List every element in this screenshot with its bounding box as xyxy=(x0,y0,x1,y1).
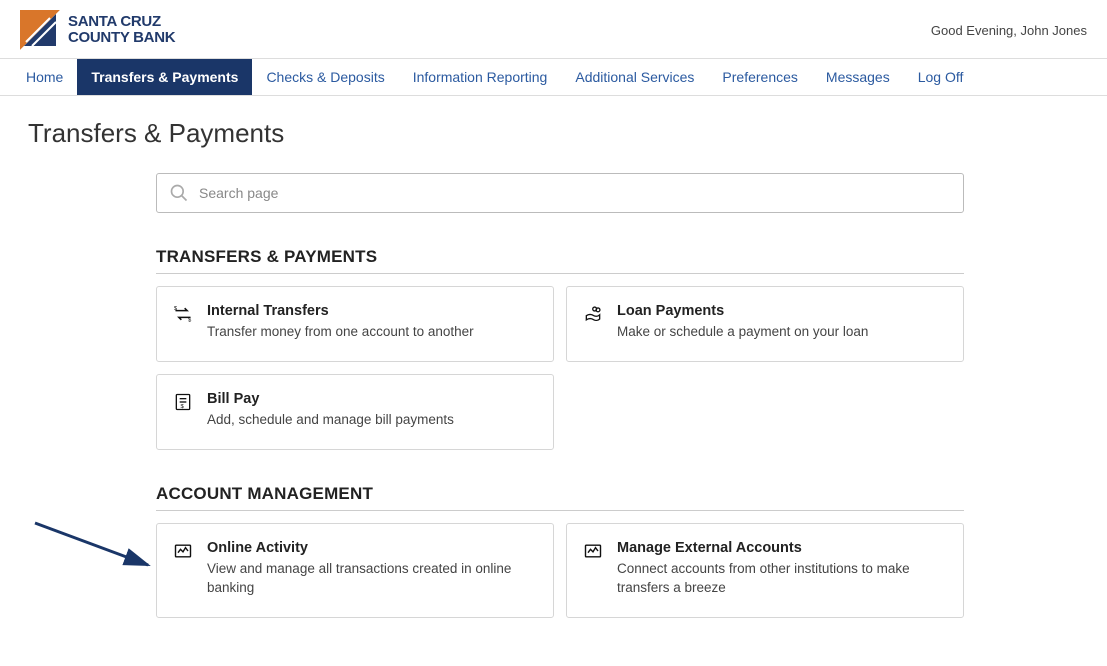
nav-messages[interactable]: Messages xyxy=(812,59,904,95)
annotation-arrow-icon xyxy=(30,515,160,575)
card-desc: Transfer money from one account to anoth… xyxy=(207,323,474,341)
card-desc: Connect accounts from other institutions… xyxy=(617,560,947,596)
card-desc: Make or schedule a payment on your loan xyxy=(617,323,868,341)
section-heading-account: ACCOUNT MANAGEMENT xyxy=(156,484,964,511)
brand-line2: COUNTY BANK xyxy=(68,30,175,46)
search-icon xyxy=(169,183,189,203)
bank-logo-icon xyxy=(20,10,60,50)
card-online-activity[interactable]: Online Activity View and manage all tran… xyxy=(156,523,554,617)
greeting-text: Good Evening, John Jones xyxy=(931,23,1087,38)
transfer-icon: $$ xyxy=(173,304,193,324)
header: SANTA CRUZ COUNTY BANK Good Evening, Joh… xyxy=(0,0,1107,59)
nav-additional-services[interactable]: Additional Services xyxy=(561,59,708,95)
nav-information-reporting[interactable]: Information Reporting xyxy=(399,59,562,95)
nav-transfers-payments[interactable]: Transfers & Payments xyxy=(77,59,252,95)
bill-icon: $ xyxy=(173,392,193,412)
card-title: Online Activity xyxy=(207,540,537,556)
account-card-grid: Online Activity View and manage all tran… xyxy=(156,523,964,617)
card-title: Internal Transfers xyxy=(207,303,474,319)
activity-icon xyxy=(583,541,603,561)
card-manage-external-accounts[interactable]: Manage External Accounts Connect account… xyxy=(566,523,964,617)
content-area: TRANSFERS & PAYMENTS $$ Internal Transfe… xyxy=(156,173,964,618)
brand-logo: SANTA CRUZ COUNTY BANK xyxy=(20,10,175,50)
nav-log-off[interactable]: Log Off xyxy=(904,59,978,95)
activity-icon xyxy=(173,541,193,561)
card-title: Bill Pay xyxy=(207,391,454,407)
search-container[interactable] xyxy=(156,173,964,213)
card-title: Loan Payments xyxy=(617,303,868,319)
section-heading-transfers: TRANSFERS & PAYMENTS xyxy=(156,247,964,274)
nav-home[interactable]: Home xyxy=(12,59,77,95)
card-desc: View and manage all transactions created… xyxy=(207,560,537,596)
transfers-card-grid: $$ Internal Transfers Transfer money fro… xyxy=(156,286,964,450)
page-title: Transfers & Payments xyxy=(0,96,1107,149)
loan-icon xyxy=(583,304,603,324)
card-internal-transfers[interactable]: $$ Internal Transfers Transfer money fro… xyxy=(156,286,554,362)
card-title: Manage External Accounts xyxy=(617,540,947,556)
main-nav: Home Transfers & Payments Checks & Depos… xyxy=(0,59,1107,96)
nav-preferences[interactable]: Preferences xyxy=(708,59,811,95)
card-bill-pay[interactable]: $ Bill Pay Add, schedule and manage bill… xyxy=(156,374,554,450)
card-loan-payments[interactable]: Loan Payments Make or schedule a payment… xyxy=(566,286,964,362)
search-input[interactable] xyxy=(199,185,951,201)
card-desc: Add, schedule and manage bill payments xyxy=(207,411,454,429)
brand-line1: SANTA CRUZ xyxy=(68,14,175,30)
nav-checks-deposits[interactable]: Checks & Deposits xyxy=(252,59,398,95)
svg-text:$: $ xyxy=(188,318,192,324)
